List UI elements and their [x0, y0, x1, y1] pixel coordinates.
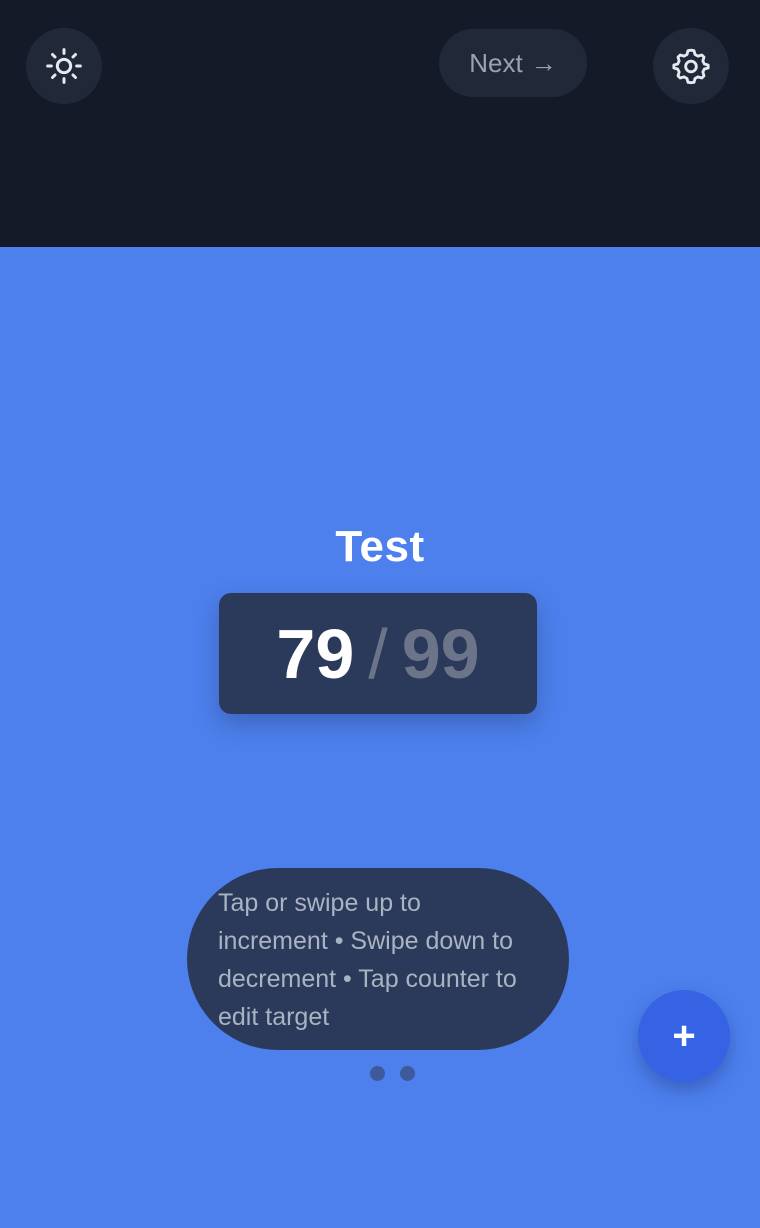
- arrow-right-icon: →: [530, 48, 557, 78]
- page-dot[interactable]: [370, 1066, 385, 1081]
- counter-screen: Next → Test 79 / 99 Tap or swipe up to i…: [0, 0, 760, 1228]
- count-separator: /: [368, 614, 388, 693]
- current-count: 79: [276, 614, 355, 693]
- add-counter-button[interactable]: +: [638, 990, 730, 1082]
- gear-icon: [672, 48, 710, 85]
- page-indicator: [370, 1066, 415, 1081]
- sun-icon: [46, 48, 82, 84]
- plus-icon: +: [672, 1013, 696, 1058]
- page-dot[interactable]: [400, 1066, 415, 1081]
- target-count[interactable]: 99: [402, 614, 480, 694]
- counter-display[interactable]: 79 / 99: [219, 593, 537, 714]
- gesture-hint-text: Tap or swipe up to increment • Swipe dow…: [218, 889, 517, 1031]
- theme-toggle-button[interactable]: [26, 28, 102, 104]
- gesture-hint-bubble: Tap or swipe up to increment • Swipe dow…: [187, 868, 569, 1050]
- settings-button[interactable]: [653, 28, 729, 104]
- counter-title: Test: [335, 522, 425, 571]
- next-button[interactable]: Next →: [439, 29, 587, 97]
- next-button-label: Next: [469, 47, 523, 78]
- top-bar: Next →: [0, 0, 760, 247]
